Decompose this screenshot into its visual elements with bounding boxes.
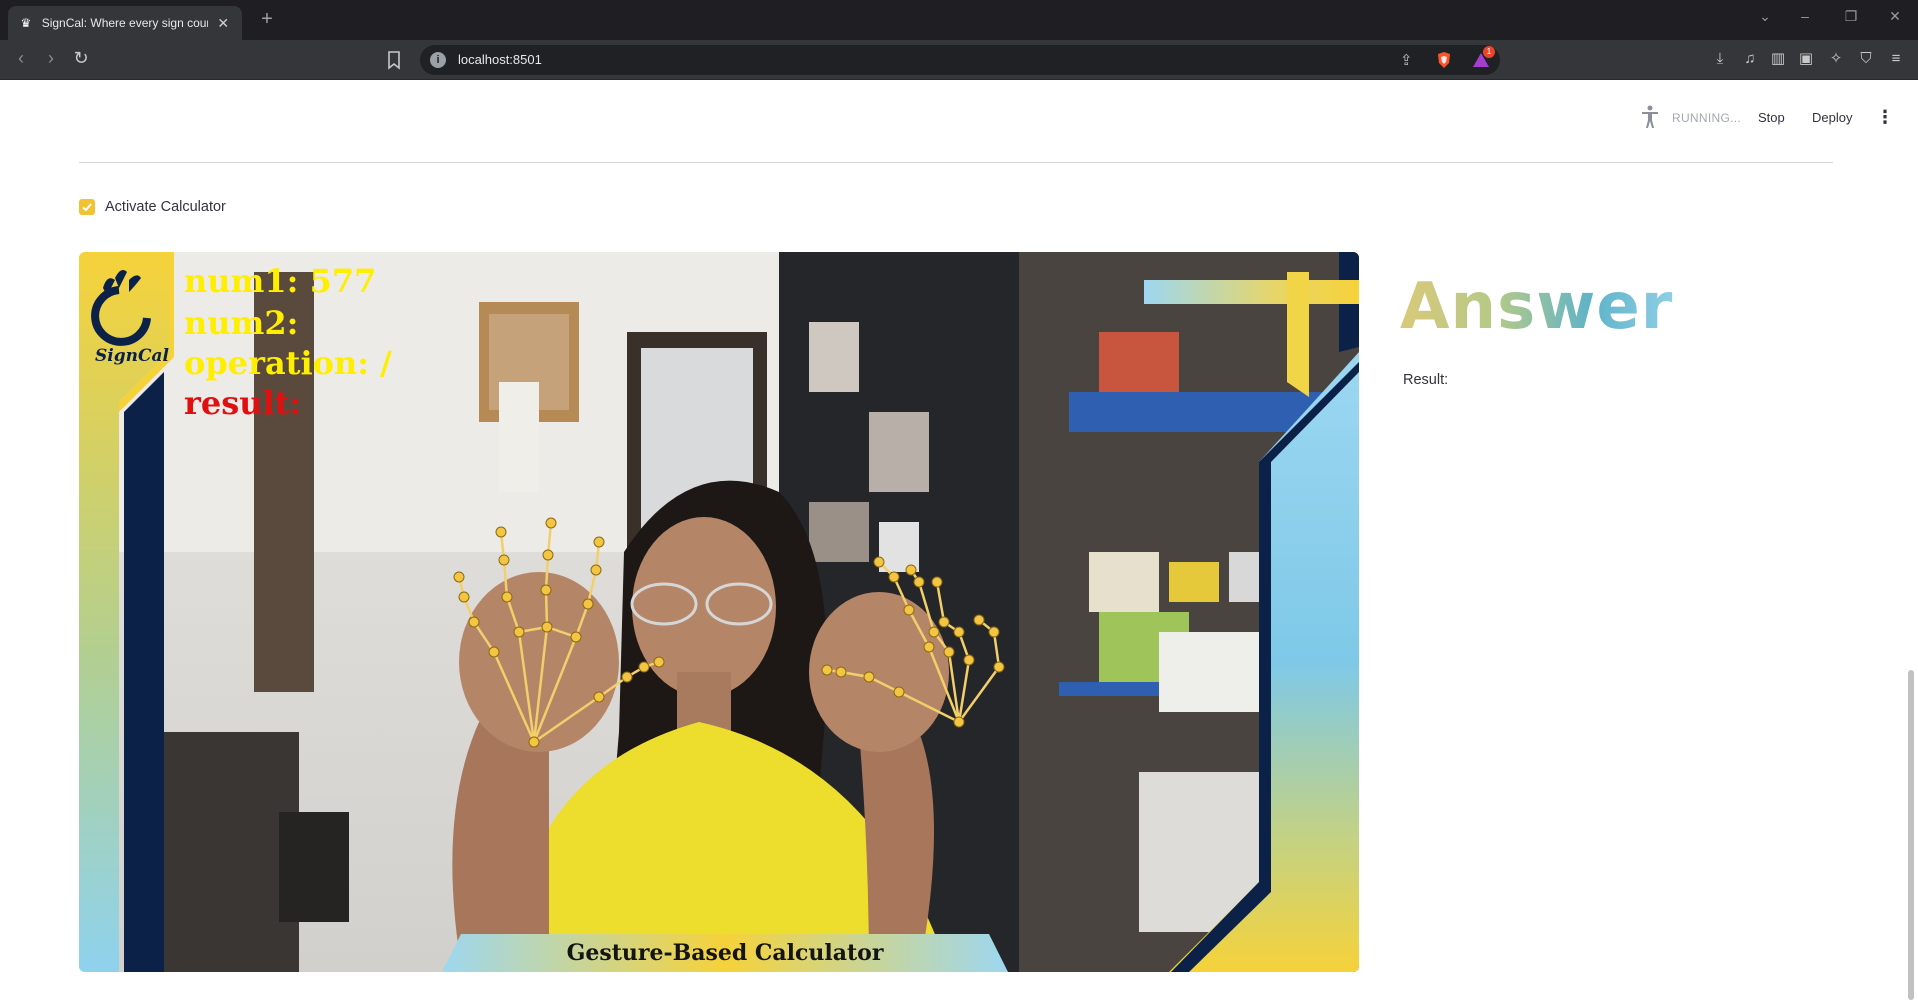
num2-readout: num2:: [184, 304, 299, 342]
browser-tab-bar: ♛ SignCal: Where every sign counts ✕ + ⌄…: [0, 0, 1918, 40]
music-icon[interactable]: ♫: [1740, 49, 1760, 69]
browser-tab[interactable]: ♛ SignCal: Where every sign counts ✕: [8, 6, 242, 40]
download-icon[interactable]: ⤓: [1710, 49, 1730, 69]
brave-shield-icon[interactable]: [1436, 51, 1452, 69]
new-tab-button[interactable]: +: [255, 8, 279, 31]
webcam-video-frame: SignCal num1: 577 num2: operation: / res…: [79, 252, 1359, 972]
vpn-icon[interactable]: ⛉: [1856, 49, 1876, 69]
wallet-icon[interactable]: ▣: [1796, 49, 1816, 69]
share-icon[interactable]: ⇪: [1400, 51, 1413, 69]
deploy-button[interactable]: Deploy: [1812, 110, 1852, 125]
operation-readout: operation: /: [184, 344, 392, 382]
back-icon[interactable]: ‹: [8, 48, 34, 69]
num1-readout: num1: 577: [184, 262, 377, 300]
main-menu-icon[interactable]: ⋮: [1876, 107, 1894, 128]
bookmark-icon[interactable]: [386, 50, 402, 70]
rewards-badge: 1: [1483, 46, 1495, 58]
result-label: Result:: [1403, 372, 1449, 388]
restore-icon[interactable]: ❐: [1838, 8, 1864, 25]
logo-text: SignCal: [95, 346, 169, 366]
stop-button[interactable]: Stop: [1758, 110, 1785, 125]
site-info-icon[interactable]: i: [430, 52, 446, 68]
page-scrollbar[interactable]: [1908, 670, 1914, 1000]
sidebar-icon[interactable]: ▥: [1768, 49, 1788, 69]
answer-heading: Answer: [1400, 270, 1674, 344]
result-readout: result:: [184, 384, 302, 422]
close-tab-icon[interactable]: ✕: [214, 15, 232, 32]
running-status: RUNNING...: [1672, 111, 1741, 125]
minimize-icon[interactable]: –: [1792, 8, 1818, 24]
reload-icon[interactable]: ↻: [68, 48, 94, 69]
close-window-icon[interactable]: ✕: [1882, 8, 1908, 25]
tab-search-icon[interactable]: ⌄: [1752, 8, 1778, 25]
leo-ai-icon[interactable]: ✧: [1826, 49, 1846, 69]
app-header: RUNNING... Stop Deploy ⋮: [0, 81, 1918, 151]
checkbox-label: Activate Calculator: [105, 199, 226, 215]
divider: [79, 162, 1833, 163]
url-text: localhost:8501: [458, 52, 542, 67]
activate-calculator-checkbox[interactable]: Activate Calculator: [79, 199, 226, 215]
running-icon: [1642, 105, 1658, 128]
browser-toolbar: ‹ › ↻ i localhost:8501 ⇪ 1 ⤓ ♫ ▥ ▣ ✧ ⛉ ≡: [0, 40, 1918, 80]
tab-title: SignCal: Where every sign counts: [41, 16, 209, 30]
footer-title: Gesture-Based Calculator: [566, 940, 884, 966]
forward-icon[interactable]: ›: [38, 48, 64, 69]
address-bar[interactable]: i localhost:8501 ⇪ 1: [420, 45, 1500, 75]
browser-menu-icon[interactable]: ≡: [1886, 49, 1906, 69]
crown-icon: ♛: [20, 16, 32, 30]
checkbox-checked-icon[interactable]: [79, 199, 95, 215]
